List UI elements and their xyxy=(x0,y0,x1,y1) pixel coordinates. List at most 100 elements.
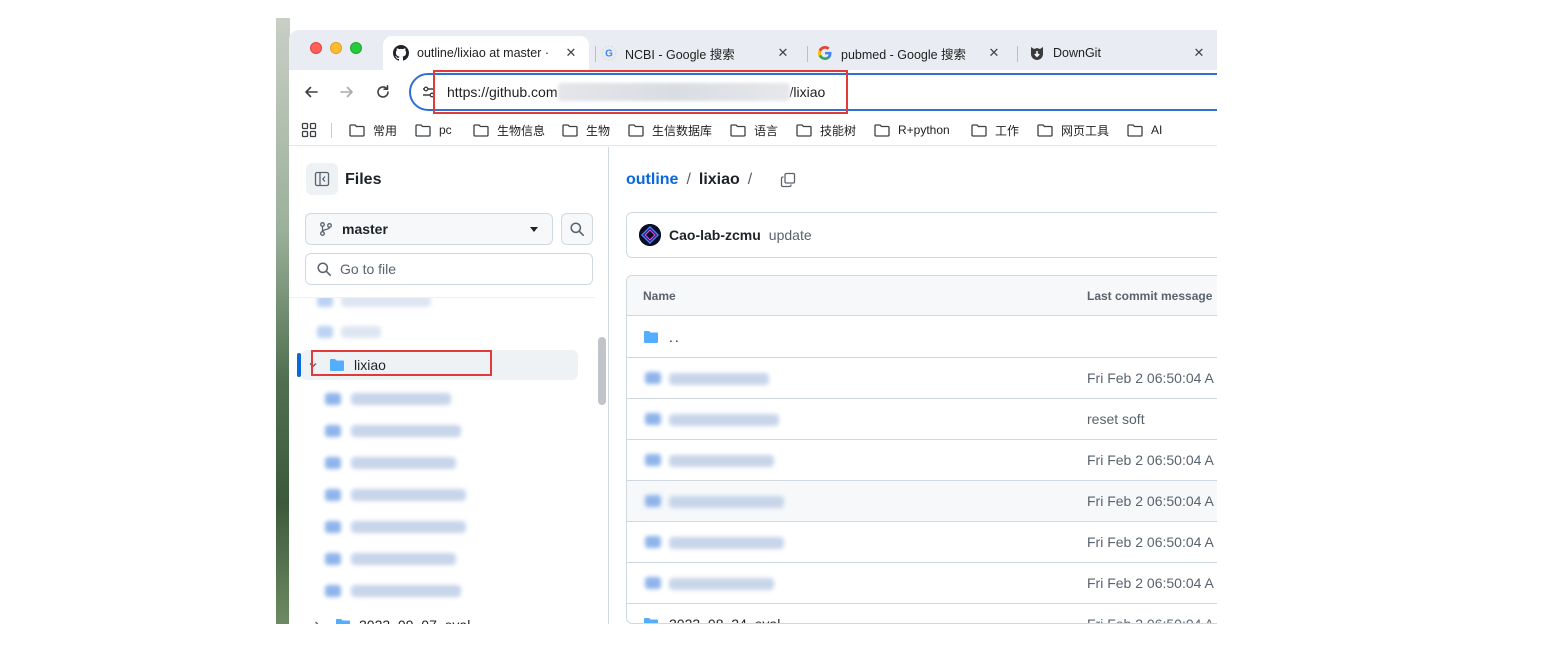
tree-item-blurred[interactable] xyxy=(325,448,595,478)
tree-item-blurred[interactable] xyxy=(325,544,595,574)
tree-item-blurred[interactable] xyxy=(317,298,595,316)
bookmark-item[interactable]: 工作 xyxy=(971,121,1019,139)
commit-author[interactable]: Cao-lab-zcmu xyxy=(669,227,761,243)
bookmark-item[interactable]: AI xyxy=(1127,121,1162,139)
tree-item-blurred[interactable] xyxy=(325,576,595,606)
browser-window: outline/lixiao at master · ✕ G NCBI - Go… xyxy=(289,30,1217,624)
commit-message[interactable]: update xyxy=(769,227,812,243)
folder-icon xyxy=(325,489,341,501)
avatar[interactable] xyxy=(639,224,661,246)
breadcrumb-current: lixiao xyxy=(698,171,740,188)
tab-ncbi[interactable]: G NCBI - Google 搜索 ✕ xyxy=(591,36,801,70)
tree-item-2023-09-07[interactable]: 2023_09_07_eval xyxy=(311,610,595,624)
bookmark-label: 语言 xyxy=(754,123,779,138)
minimize-window-button[interactable] xyxy=(330,42,342,54)
collapse-sidebar-button[interactable] xyxy=(306,163,338,195)
folder-icon xyxy=(415,123,431,137)
tab-pubmed[interactable]: pubmed - Google 搜索 ✕ xyxy=(807,36,1012,70)
last-commit-message[interactable]: Fri Feb 2 06:50:04 A xyxy=(1087,534,1214,550)
tree-item-blurred[interactable] xyxy=(325,512,595,542)
breadcrumb-repo-link[interactable]: outline xyxy=(626,171,678,189)
tab-title: outline/lixiao at master · xyxy=(417,46,550,60)
tab-downgit[interactable]: DownGit ✕ xyxy=(1019,36,1217,70)
tab-github[interactable]: outline/lixiao at master · ✕ xyxy=(383,36,589,70)
bookmark-item[interactable]: 网页工具 xyxy=(1037,121,1109,139)
copy-path-icon[interactable] xyxy=(780,172,796,188)
table-row[interactable]: Fri Feb 2 06:50:04 A xyxy=(627,358,1217,399)
close-window-button[interactable] xyxy=(310,42,322,54)
bookmark-item[interactable]: 技能树 xyxy=(796,121,856,139)
table-row[interactable]: Fri Feb 2 06:50:04 A xyxy=(627,481,1217,522)
folder-name: 2023_09_07_eval xyxy=(359,617,470,624)
tree-item-blurred[interactable] xyxy=(325,416,595,446)
folder-icon xyxy=(874,123,890,137)
table-row[interactable]: Fri Feb 2 06:50:04 A xyxy=(627,563,1217,604)
table-header: Name Last commit message xyxy=(627,276,1217,316)
bookmark-item[interactable]: 常用 xyxy=(349,121,397,139)
bookmark-item[interactable]: 生物信息 xyxy=(473,121,545,139)
last-commit-message[interactable]: Fri Feb 2 06:50:04 A xyxy=(1087,616,1214,623)
bookmark-item[interactable]: 生物 xyxy=(562,121,610,139)
bookmarks-divider xyxy=(331,123,332,138)
bookmark-item[interactable]: R+python xyxy=(874,121,950,139)
folder-icon xyxy=(325,457,341,469)
bookmark-label: 网页工具 xyxy=(1061,123,1110,138)
redacted-file-name[interactable] xyxy=(669,455,774,467)
bookmark-item[interactable]: 生信数据库 xyxy=(628,121,712,139)
arrow-left-icon xyxy=(305,86,318,98)
redacted-file-name[interactable] xyxy=(669,537,784,549)
reload-icon xyxy=(377,85,389,98)
bookmark-label: R+python xyxy=(898,123,950,137)
table-row[interactable]: Fri Feb 2 06:50:04 A xyxy=(627,440,1217,481)
github-icon xyxy=(393,45,409,61)
redacted-name xyxy=(341,298,431,307)
tree-item-blurred[interactable] xyxy=(317,317,595,347)
back-button[interactable] xyxy=(301,82,321,102)
bookmark-label: pc xyxy=(439,123,452,137)
close-tab-icon[interactable]: ✕ xyxy=(775,45,791,61)
folder-icon xyxy=(971,123,987,137)
forward-button[interactable] xyxy=(337,82,357,102)
close-tab-icon[interactable]: ✕ xyxy=(1191,45,1207,61)
table-row-parent[interactable]: .. xyxy=(627,317,1217,358)
last-commit-message[interactable]: reset soft xyxy=(1087,411,1145,427)
apps-grid-icon[interactable] xyxy=(301,122,317,138)
bookmark-item[interactable]: pc xyxy=(415,121,452,139)
folder-icon xyxy=(645,495,661,507)
folder-icon xyxy=(645,372,661,384)
parent-directory-link[interactable]: .. xyxy=(669,329,681,345)
folder-icon xyxy=(1127,123,1143,137)
redacted-file-name[interactable] xyxy=(669,373,769,385)
search-files-button[interactable] xyxy=(561,213,593,245)
folder-icon xyxy=(730,123,746,137)
table-row[interactable]: 2023_08_24_eval Fri Feb 2 06:50:04 A xyxy=(627,604,1217,623)
last-commit-message[interactable]: Fri Feb 2 06:50:04 A xyxy=(1087,575,1214,591)
folder-icon xyxy=(1037,123,1053,137)
folder-icon xyxy=(325,521,341,533)
table-row[interactable]: Fri Feb 2 06:50:04 A xyxy=(627,522,1217,563)
redacted-file-name[interactable] xyxy=(669,578,774,590)
go-to-file-input[interactable]: Go to file xyxy=(305,253,593,285)
folder-icon xyxy=(349,123,365,137)
bookmark-item[interactable]: 语言 xyxy=(730,121,778,139)
close-tab-icon[interactable]: ✕ xyxy=(986,45,1002,61)
last-commit-message[interactable]: Fri Feb 2 06:50:04 A xyxy=(1087,493,1214,509)
close-tab-icon[interactable]: ✕ xyxy=(563,45,579,61)
redacted-file-name[interactable] xyxy=(669,496,784,508)
sidebar-scrollbar[interactable] xyxy=(598,337,606,405)
redacted-file-name[interactable] xyxy=(669,414,779,426)
tree-item-blurred[interactable] xyxy=(325,480,595,510)
branch-selector[interactable]: master xyxy=(305,213,553,245)
bookmark-label: 工作 xyxy=(995,123,1020,138)
maximize-window-button[interactable] xyxy=(350,42,362,54)
reload-button[interactable] xyxy=(373,82,393,102)
google-icon: G xyxy=(601,45,617,61)
tree-item-blurred[interactable] xyxy=(325,384,595,414)
file-name[interactable]: 2023_08_24_eval xyxy=(669,616,780,623)
folder-icon xyxy=(644,331,658,343)
folder-highlight-box xyxy=(311,350,492,376)
files-table: Name Last commit message .. Fri Feb 2 06… xyxy=(626,275,1217,624)
table-row[interactable]: reset soft xyxy=(627,399,1217,440)
last-commit-message[interactable]: Fri Feb 2 06:50:04 A xyxy=(1087,452,1214,468)
last-commit-message[interactable]: Fri Feb 2 06:50:04 A xyxy=(1087,370,1214,386)
